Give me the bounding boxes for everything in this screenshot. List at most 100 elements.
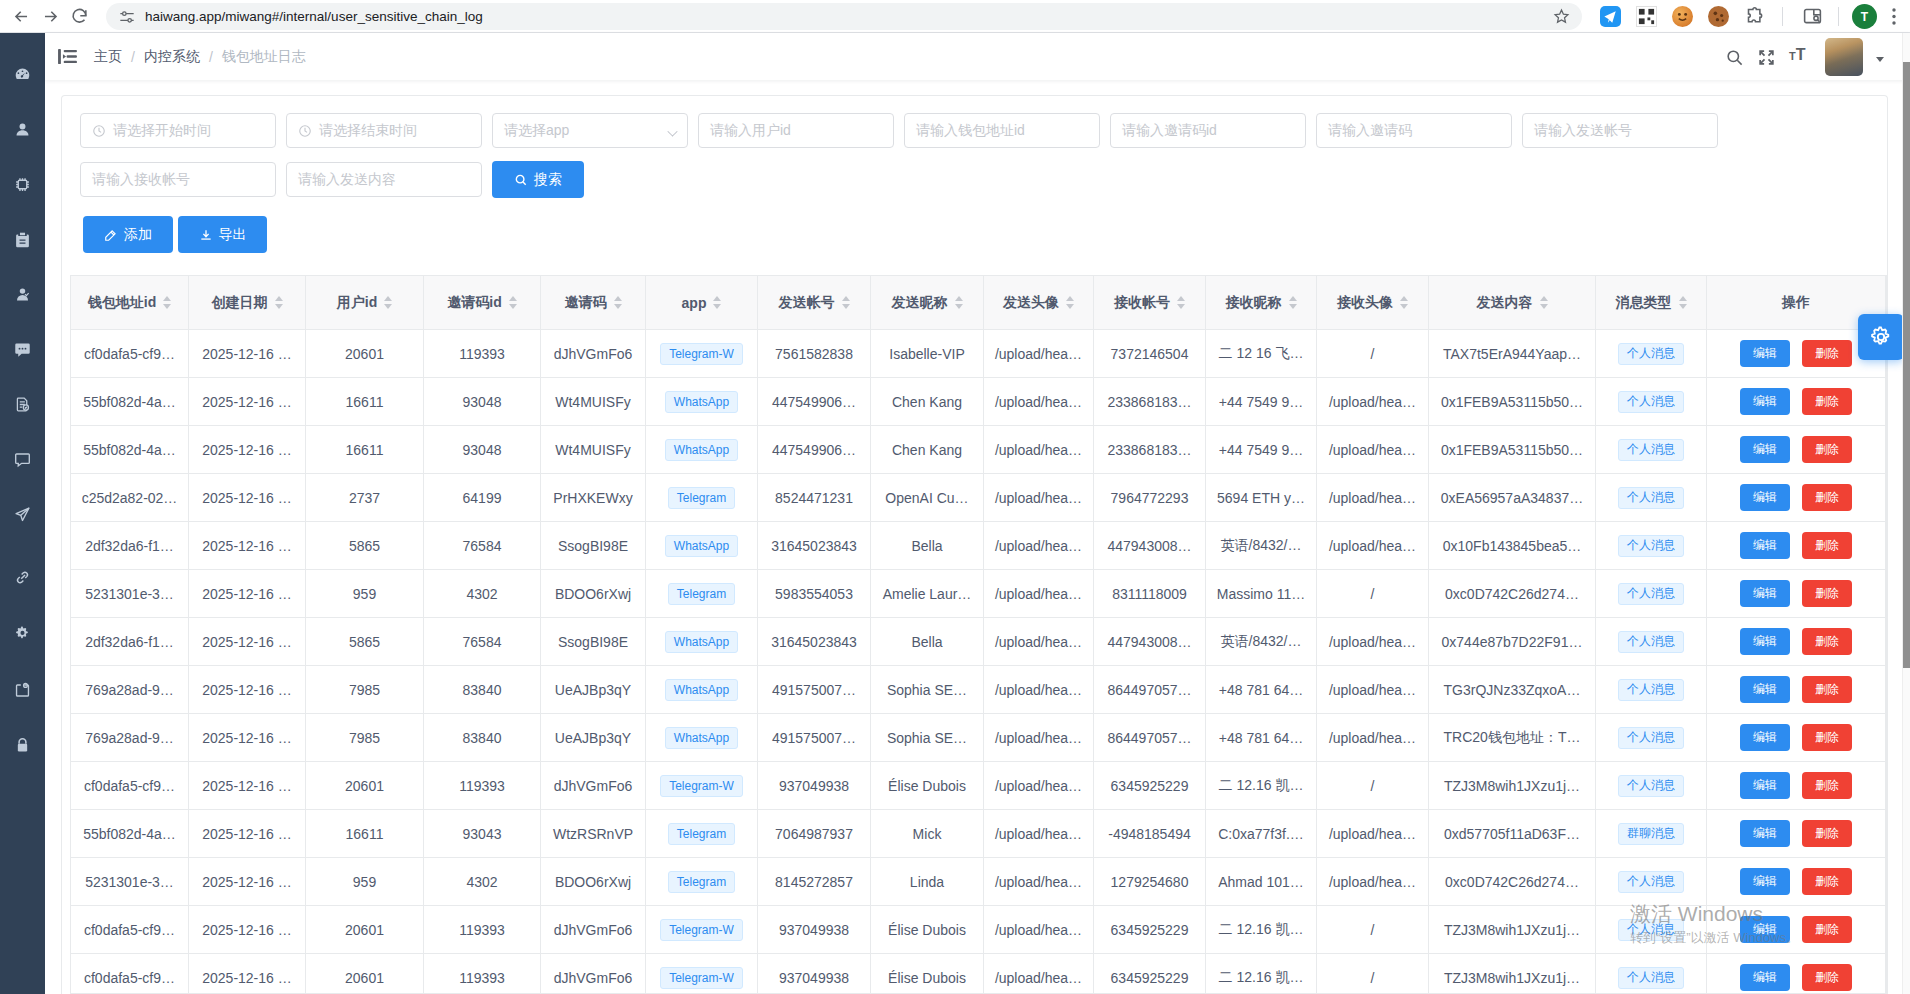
delete-button[interactable]: 删除 — [1802, 676, 1852, 703]
qr-extension-icon[interactable] — [1636, 6, 1657, 27]
sidebar-item-user[interactable] — [0, 109, 45, 149]
filter-input[interactable]: 请选择开始时间 — [80, 113, 276, 148]
sort-icon[interactable] — [713, 296, 721, 309]
delete-button[interactable]: 删除 — [1802, 964, 1852, 991]
delete-button[interactable]: 删除 — [1802, 532, 1852, 559]
edit-button[interactable]: 编辑 — [1740, 532, 1790, 559]
sidebar-item-agent[interactable] — [0, 274, 45, 314]
search-button[interactable]: 搜索 — [492, 161, 584, 198]
edit-button[interactable]: 编辑 — [1740, 628, 1790, 655]
font-size-icon[interactable]: TT — [1789, 46, 1806, 64]
telegram-extension-icon[interactable] — [1600, 6, 1621, 27]
sidebar-item-chat-dots[interactable] — [0, 329, 45, 369]
edit-button[interactable]: 编辑 — [1740, 772, 1790, 799]
puzzle-extension-icon[interactable] — [1745, 6, 1766, 27]
delete-button[interactable]: 删除 — [1802, 580, 1852, 607]
column-header[interactable]: 发送头像 — [984, 276, 1094, 330]
devtools-window-icon[interactable] — [1802, 6, 1823, 27]
delete-button[interactable]: 删除 — [1802, 628, 1852, 655]
caret-down-icon[interactable] — [1876, 57, 1884, 62]
delete-button[interactable]: 删除 — [1802, 868, 1852, 895]
column-header[interactable]: app — [646, 276, 758, 330]
sort-icon[interactable] — [955, 296, 963, 309]
user-avatar[interactable] — [1825, 38, 1863, 76]
column-header[interactable]: 钱包地址id — [71, 276, 189, 330]
sidebar-item-export[interactable] — [0, 670, 45, 710]
browser-profile-avatar[interactable]: T — [1852, 4, 1877, 29]
sidebar-item-chat[interactable] — [0, 439, 45, 479]
browser-menu-icon[interactable] — [1892, 7, 1896, 26]
column-header[interactable]: 接收头像 — [1317, 276, 1429, 330]
delete-button[interactable]: 删除 — [1802, 484, 1852, 511]
sort-icon[interactable] — [1177, 296, 1185, 309]
sort-icon[interactable] — [1289, 296, 1297, 309]
edit-button[interactable]: 编辑 — [1740, 724, 1790, 751]
reload-icon[interactable] — [70, 7, 89, 26]
delete-button[interactable]: 删除 — [1802, 388, 1852, 415]
url-bar[interactable]: haiwang.app/miwang#/internal/user_sensit… — [106, 3, 1582, 30]
sort-icon[interactable] — [1540, 296, 1548, 309]
edit-button[interactable]: 编辑 — [1740, 868, 1790, 895]
delete-button[interactable]: 删除 — [1802, 772, 1852, 799]
sidebar-item-lock[interactable] — [0, 725, 45, 765]
column-header[interactable]: 发送帐号 — [758, 276, 871, 330]
delete-button[interactable]: 删除 — [1802, 916, 1852, 943]
sidebar-item-gear[interactable] — [0, 613, 45, 653]
column-header[interactable]: 接收昵称 — [1206, 276, 1317, 330]
sort-icon[interactable] — [614, 296, 622, 309]
column-header[interactable]: 发送内容 — [1429, 276, 1596, 330]
settings-fab[interactable] — [1858, 314, 1904, 360]
site-settings-icon[interactable] — [119, 9, 135, 25]
edit-button[interactable]: 编辑 — [1740, 340, 1790, 367]
column-header[interactable]: 邀请码id — [424, 276, 541, 330]
emoji-extension-icon[interactable] — [1672, 6, 1693, 27]
delete-button[interactable]: 删除 — [1802, 436, 1852, 463]
cookie-extension-icon[interactable] — [1708, 6, 1729, 27]
column-header[interactable]: 发送昵称 — [871, 276, 984, 330]
sort-icon[interactable] — [509, 296, 517, 309]
sidebar-item-clipboard[interactable] — [0, 219, 45, 259]
column-header[interactable]: 消息类型 — [1596, 276, 1707, 330]
bookmark-star-icon[interactable] — [1553, 8, 1570, 25]
delete-button[interactable]: 删除 — [1802, 724, 1852, 751]
edit-button[interactable]: 编辑 — [1740, 676, 1790, 703]
url-text[interactable]: haiwang.app/miwang#/internal/user_sensit… — [145, 9, 483, 24]
sidebar-item-dashboard[interactable] — [0, 54, 45, 94]
forward-icon[interactable] — [41, 7, 60, 26]
filter-input[interactable]: 请输入发送内容 — [286, 162, 482, 197]
sort-icon[interactable] — [384, 296, 392, 309]
app-select[interactable]: 请选择app — [492, 113, 688, 148]
breadcrumb-section[interactable]: 内控系统 — [144, 48, 200, 66]
edit-button[interactable]: 编辑 — [1740, 484, 1790, 511]
breadcrumb-home[interactable]: 主页 — [94, 48, 122, 66]
sort-icon[interactable] — [1679, 296, 1687, 309]
sort-icon[interactable] — [1066, 296, 1074, 309]
edit-button[interactable]: 编辑 — [1740, 436, 1790, 463]
column-header[interactable]: 接收帐号 — [1094, 276, 1206, 330]
filter-input[interactable]: 请输入邀请码id — [1110, 113, 1306, 148]
sidebar-item-send[interactable] — [0, 494, 45, 534]
filter-input[interactable]: 请输入发送帐号 — [1522, 113, 1718, 148]
sort-icon[interactable] — [163, 296, 171, 309]
sidebar-item-chip[interactable] — [0, 164, 45, 204]
edit-button[interactable]: 编辑 — [1740, 964, 1790, 991]
filter-input[interactable]: 请输入接收帐号 — [80, 162, 276, 197]
scrollbar-thumb[interactable] — [1903, 62, 1910, 668]
filter-input[interactable]: 请输入用户id — [698, 113, 894, 148]
search-icon[interactable] — [1725, 48, 1744, 67]
sidebar-item-link[interactable] — [0, 557, 45, 597]
fullscreen-icon[interactable] — [1757, 48, 1776, 67]
edit-button[interactable]: 编辑 — [1740, 820, 1790, 847]
column-header[interactable]: 邀请码 — [541, 276, 646, 330]
sort-icon[interactable] — [842, 296, 850, 309]
export-button[interactable]: 导出 — [178, 216, 267, 253]
back-icon[interactable] — [12, 7, 31, 26]
column-header[interactable]: 用户id — [306, 276, 424, 330]
edit-button[interactable]: 编辑 — [1740, 580, 1790, 607]
sort-icon[interactable] — [275, 296, 283, 309]
delete-button[interactable]: 删除 — [1802, 340, 1852, 367]
filter-input[interactable]: 请输入邀请码 — [1316, 113, 1512, 148]
add-button[interactable]: 添加 — [83, 216, 173, 253]
delete-button[interactable]: 删除 — [1802, 820, 1852, 847]
column-header[interactable]: 创建日期 — [189, 276, 306, 330]
